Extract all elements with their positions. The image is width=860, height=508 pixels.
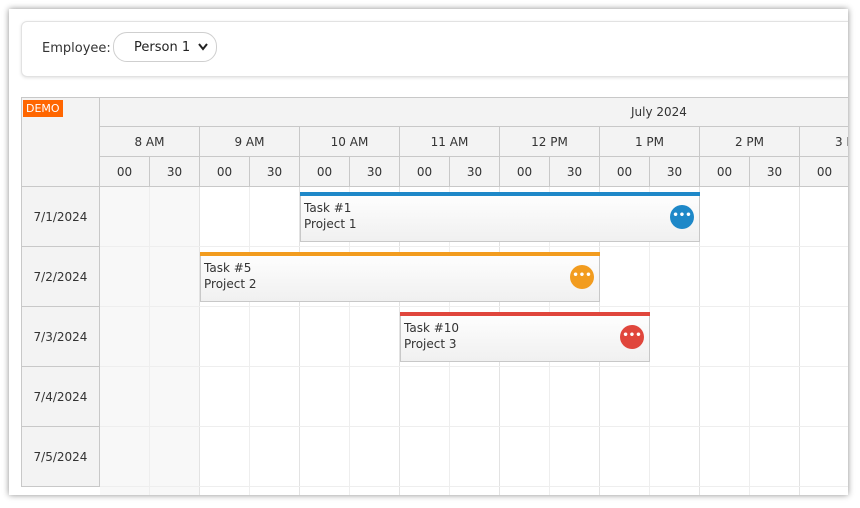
hour-header: 11 AM: [400, 127, 500, 157]
row-header: 7/3/2024: [21, 307, 100, 367]
ellipsis-icon[interactable]: •••: [670, 205, 694, 229]
grid-column-line: [199, 187, 200, 495]
event-title: Task #10: [404, 321, 460, 335]
event-color-bar: [200, 252, 600, 256]
non-business-hours: [100, 187, 200, 495]
toolbar: Employee: Person 1: [21, 21, 848, 77]
hour-header: 2 PM: [700, 127, 800, 157]
grid-row-line: [100, 486, 848, 487]
minute-header: 30: [650, 157, 700, 187]
employee-select-value: Person 1: [134, 40, 191, 55]
event-project: Project 3: [404, 337, 457, 351]
event[interactable]: Task #1 Project 1 •••: [300, 192, 700, 242]
grid-row-line: [100, 426, 848, 427]
minute-header: 30: [750, 157, 800, 187]
minute-header: 30: [350, 157, 400, 187]
event-color-bar: [300, 192, 700, 196]
grid-column-line: [149, 187, 150, 495]
grid-row-line: [100, 366, 848, 367]
ellipsis-icon[interactable]: •••: [620, 325, 644, 349]
event-title: Task #5: [204, 261, 252, 275]
event-project: Project 1: [304, 217, 357, 231]
minute-header: 30: [150, 157, 200, 187]
hour-header: 3 PM: [800, 127, 848, 157]
hour-header: 10 AM: [300, 127, 400, 157]
minute-header: 30: [250, 157, 300, 187]
minute-header: 00: [200, 157, 250, 187]
hour-header: 9 AM: [200, 127, 300, 157]
event-title: Task #1: [304, 201, 352, 215]
ellipsis-icon[interactable]: •••: [570, 265, 594, 289]
app-window: Employee: Person 1 DEMO July 2024 8 AM 9 …: [9, 9, 848, 495]
scheduler-corner: DEMO: [21, 97, 100, 187]
minute-header: 30: [550, 157, 600, 187]
minute-header: 00: [800, 157, 848, 187]
grid-column-line: [749, 187, 750, 495]
row-header: 7/2/2024: [21, 247, 100, 307]
hour-header: 1 PM: [600, 127, 700, 157]
event[interactable]: Task #10 Project 3 •••: [400, 312, 650, 362]
event-color-bar: [400, 312, 650, 316]
month-label: July 2024: [631, 105, 687, 119]
demo-badge: DEMO: [23, 100, 63, 117]
employee-label: Employee:: [42, 41, 111, 56]
minute-header: 00: [100, 157, 150, 187]
row-header: 7/1/2024: [21, 187, 100, 247]
grid-row-line: [100, 246, 848, 247]
event-project: Project 2: [204, 277, 257, 291]
minute-header: 00: [500, 157, 550, 187]
grid-row-line: [100, 306, 848, 307]
timeline-grid[interactable]: Task #1 Project 1 ••• Task #5 Project 2 ••• Ta…: [100, 187, 848, 495]
minute-header: 30: [450, 157, 500, 187]
month-header: July 2024: [100, 97, 848, 127]
employee-select[interactable]: Person 1: [113, 32, 217, 62]
chevron-down-icon: [198, 43, 208, 51]
grid-column-line: [249, 187, 250, 495]
minute-header: 00: [600, 157, 650, 187]
minute-header: 00: [400, 157, 450, 187]
grid-column-line: [799, 187, 800, 495]
minute-header: 00: [300, 157, 350, 187]
event[interactable]: Task #5 Project 2 •••: [200, 252, 600, 302]
minute-header: 00: [700, 157, 750, 187]
hour-header: 12 PM: [500, 127, 600, 157]
row-header: 7/4/2024: [21, 367, 100, 427]
hour-header: 8 AM: [100, 127, 200, 157]
row-header: 7/5/2024: [21, 427, 100, 487]
scheduler: DEMO July 2024 8 AM 9 AM 10 AM 11 AM 12 PM 1 …: [21, 97, 848, 495]
